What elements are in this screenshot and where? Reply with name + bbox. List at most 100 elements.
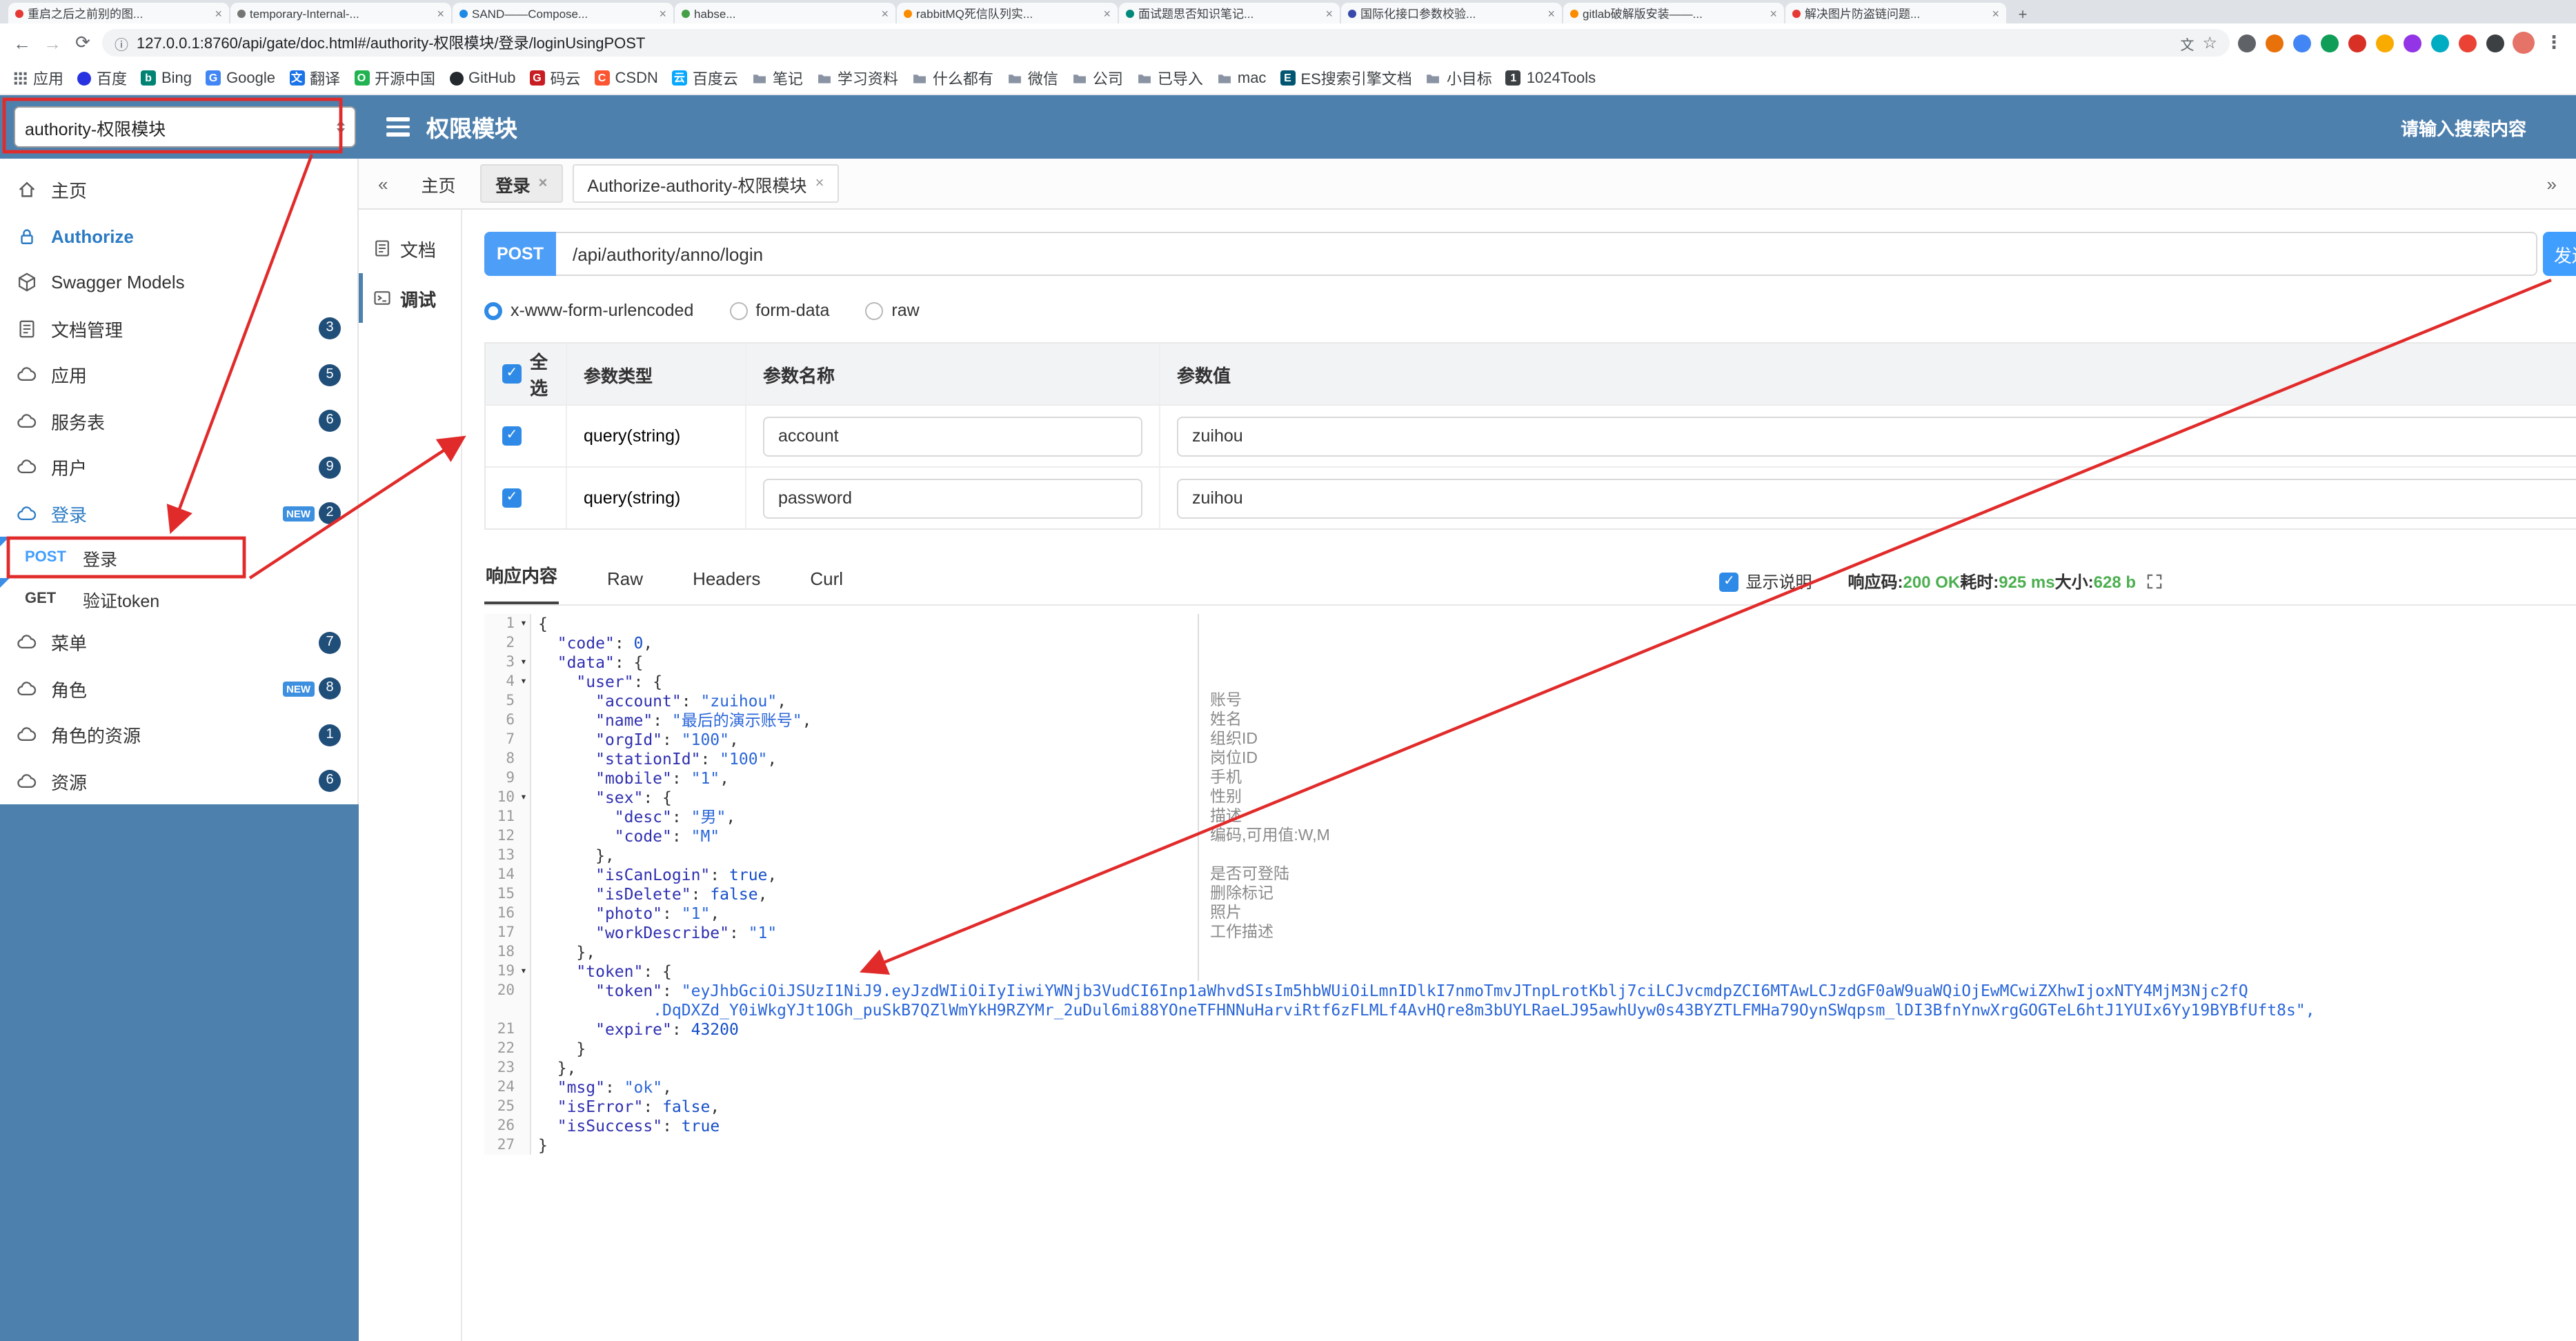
param-name-input[interactable] — [763, 478, 1142, 518]
forward-icon[interactable]: → — [41, 32, 63, 53]
param-checkbox[interactable]: ✓ — [502, 488, 522, 508]
bookmark-item[interactable]: 公司 — [1072, 67, 1123, 89]
sidebar-item-role-resource[interactable]: 角色的资源 1 — [0, 712, 357, 758]
sidebar-item-authorize[interactable]: Authorize — [0, 213, 357, 259]
fold-caret[interactable]: ▾ — [517, 672, 531, 691]
bookmark-item[interactable]: 小目标 — [1426, 67, 1492, 89]
tab-close-icon[interactable]: × — [1547, 6, 1555, 20]
sidebar-item-role[interactable]: 角色 NEW 8 — [0, 666, 357, 712]
response-tab[interactable]: 响应内容 — [484, 555, 559, 604]
bookmark-item[interactable]: b Bing — [141, 70, 192, 86]
tab-close-icon[interactable]: × — [215, 6, 222, 20]
bookmark-item[interactable]: GitHub — [449, 70, 516, 86]
browser-tab[interactable]: 解决图片防盗链问题... × — [1785, 3, 2006, 23]
bookmark-item[interactable]: 应用 — [12, 67, 63, 89]
content-tab-home[interactable]: 主页 — [406, 164, 470, 203]
bookmark-star-icon[interactable]: ☆ — [2202, 33, 2217, 52]
reload-icon[interactable]: ⟳ — [72, 32, 94, 54]
tab-close-icon[interactable]: × — [437, 6, 444, 20]
browser-tab[interactable]: 重启之后之前别的图... × — [8, 3, 229, 23]
bookmark-item[interactable]: 学习资料 — [817, 67, 898, 89]
tab-close-icon[interactable]: × — [1770, 6, 1777, 20]
fold-caret[interactable]: ▾ — [517, 614, 531, 633]
sidebar-item-user[interactable]: 用户 9 — [0, 444, 357, 490]
bookmark-item[interactable]: 笔记 — [752, 67, 803, 89]
fullscreen-icon[interactable] — [2147, 574, 2162, 589]
extension-icon[interactable] — [2404, 34, 2421, 52]
fold-caret[interactable]: ▾ — [517, 788, 531, 807]
request-url-input[interactable] — [556, 232, 2537, 276]
bookmark-item[interactable]: mac — [1217, 70, 1266, 86]
bookmark-item[interactable]: E ES搜索引擎文档 — [1280, 67, 1412, 89]
tab-close-icon[interactable]: × — [881, 6, 889, 20]
bookmark-item[interactable]: 1 1024Tools — [1505, 70, 1596, 86]
back-icon[interactable]: ← — [11, 32, 33, 53]
sidebar-item-swagger-models[interactable]: Swagger Models — [0, 259, 357, 306]
url-text[interactable]: 127.0.0.1:8760/api/gate/doc.html#/author… — [137, 32, 2172, 54]
page-info-icon[interactable]: ⓘ — [115, 32, 128, 53]
bookmark-item[interactable]: 已导入 — [1137, 67, 1203, 89]
translate-icon[interactable]: 文 — [2180, 32, 2194, 53]
sidebar-item-doc-manage[interactable]: 文档管理 3 — [0, 306, 357, 352]
extension-icon[interactable] — [2238, 34, 2256, 52]
sidebar-item-login[interactable]: 登录 NEW 2 — [0, 490, 357, 537]
browser-menu-icon[interactable]: ⋮ — [2543, 32, 2565, 54]
show-desc-toggle[interactable]: ✓ 显示说明 — [1719, 570, 1812, 593]
tab-close-icon[interactable]: × — [539, 175, 548, 192]
nav-doc[interactable]: 文档 — [359, 223, 461, 273]
extension-icon[interactable] — [2321, 34, 2339, 52]
extension-icon[interactable] — [2348, 34, 2366, 52]
content-tab-login[interactable]: 登录 × — [480, 164, 563, 203]
sidebar-item-home[interactable]: 主页 — [0, 167, 357, 213]
bookmark-item[interactable]: C CSDN — [594, 70, 658, 86]
browser-tab[interactable]: 面试题思否知识笔记... × — [1119, 3, 1340, 23]
select-all-checkbox[interactable]: ✓ — [502, 364, 522, 384]
extension-icon[interactable] — [2376, 34, 2394, 52]
tab-close-icon[interactable]: × — [815, 175, 824, 192]
sidebar-item-resource[interactable]: 资源 6 — [0, 758, 357, 804]
tab-close-icon[interactable]: × — [1103, 6, 1111, 20]
sidebar-item-menu[interactable]: 菜单 7 — [0, 619, 357, 666]
browser-tab[interactable]: SAND——Compose... × — [453, 3, 673, 23]
extension-icon[interactable] — [2293, 34, 2311, 52]
bookmark-item[interactable]: 什么都有 — [912, 67, 993, 89]
extension-icon[interactable] — [2266, 34, 2283, 52]
omnibox[interactable]: ⓘ 127.0.0.1:8760/api/gate/doc.html#/auth… — [102, 29, 2230, 57]
bookmark-item[interactable]: 百度 — [77, 67, 127, 89]
tab-close-icon[interactable]: × — [659, 6, 666, 20]
sidebar-item-service-table[interactable]: 服务表 6 — [0, 398, 357, 444]
sidebar-item-application[interactable]: 应用 5 — [0, 352, 357, 398]
tabs-scroll-left-icon[interactable]: « — [370, 173, 396, 194]
fold-caret[interactable]: ▾ — [517, 653, 531, 672]
extension-icon[interactable] — [2459, 34, 2477, 52]
bookmark-item[interactable]: 云百度云 — [671, 67, 738, 89]
module-select[interactable]: authority-权限模块 — [14, 106, 356, 148]
content-type-x-www-form-urlencoded[interactable]: x-www-form-urlencoded — [484, 301, 693, 320]
response-tab[interactable]: Curl — [809, 557, 844, 604]
content-type-raw[interactable]: raw — [865, 301, 920, 320]
bookmark-item[interactable]: O 开源中国 — [354, 67, 435, 89]
response-tab[interactable]: Headers — [691, 557, 762, 604]
browser-tab[interactable]: gitlab破解版安装——... × — [1563, 3, 1784, 23]
profile-avatar[interactable] — [2513, 32, 2535, 54]
tab-close-icon[interactable]: × — [1992, 6, 1999, 20]
fold-caret[interactable]: ▾ — [517, 962, 531, 981]
new-tab-button[interactable]: + — [2012, 7, 2034, 23]
param-name-input[interactable] — [763, 416, 1142, 456]
browser-tab[interactable]: rabbitMQ死信队列实... × — [897, 3, 1118, 23]
tab-close-icon[interactable]: × — [1325, 6, 1333, 20]
tabs-scroll-right-icon[interactable]: » — [2539, 173, 2565, 194]
bookmark-item[interactable]: 文翻译 — [289, 67, 340, 89]
extension-icon[interactable] — [2431, 34, 2449, 52]
header-search[interactable]: 请输入搜索内容 — [2401, 114, 2526, 140]
bookmark-item[interactable]: 微信 — [1007, 67, 1058, 89]
extension-icon[interactable] — [2486, 34, 2504, 52]
nav-debug[interactable]: 调试 — [359, 273, 461, 323]
response-tab[interactable]: Raw — [606, 557, 644, 604]
param-checkbox[interactable]: ✓ — [502, 426, 522, 446]
content-tab-authorize-module[interactable]: Authorize-authority-权限模块 × — [572, 164, 840, 203]
menu-toggle-icon[interactable] — [386, 117, 410, 137]
content-type-form-data[interactable]: form-data — [729, 301, 829, 320]
param-value-input[interactable] — [1177, 416, 2576, 456]
send-button[interactable]: 发送 — [2543, 232, 2576, 276]
